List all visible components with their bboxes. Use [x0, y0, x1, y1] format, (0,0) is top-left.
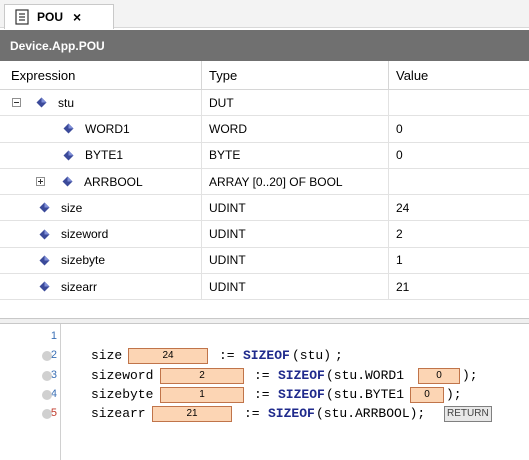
variable-diamond-icon — [36, 97, 47, 108]
column-header-value[interactable]: Value — [389, 61, 529, 89]
line-number: 1 — [50, 330, 57, 342]
expression-label: stu — [58, 95, 75, 110]
table-row[interactable]: ARRBOOL ARRAY [0..20] OF BOOL — [0, 168, 529, 196]
type-cell: WORD — [202, 116, 389, 142]
inline-value-box[interactable]: 0 — [418, 368, 460, 384]
column-header-type[interactable]: Type — [202, 61, 389, 89]
code-function: SIZEOF — [243, 348, 290, 363]
code-variable: sizeword — [91, 368, 154, 383]
variable-diamond-icon — [63, 123, 74, 134]
code-argument: (stu.ARRBOOL); — [316, 406, 426, 421]
code-editor[interactable]: 1 2 size 24 := SIZEOF (stu) ; 3 sizeword… — [0, 324, 529, 460]
value-cell[interactable]: 1 — [389, 248, 529, 273]
document-icon — [15, 9, 29, 25]
table-row[interactable]: stu DUT — [0, 90, 529, 117]
code-line[interactable]: 4 sizebyte 1 := SIZEOF (stu.BYTE1 0 ); — [0, 386, 529, 404]
inline-value-box[interactable]: 21 — [152, 406, 232, 422]
breakpoint-dot-icon[interactable] — [42, 409, 52, 419]
code-assign: := — [254, 368, 270, 383]
tab-pou[interactable]: POU × — [4, 4, 114, 29]
inline-value-box[interactable]: 0 — [410, 387, 444, 403]
inline-value-box[interactable]: 24 — [128, 348, 208, 364]
close-icon[interactable]: × — [73, 10, 81, 24]
tab-strip: POU × — [0, 0, 529, 29]
code-variable: sizebyte — [91, 387, 154, 402]
value-cell[interactable] — [389, 90, 529, 115]
table-row[interactable]: size UDINT 24 — [0, 195, 529, 222]
breakpoint-dot-icon[interactable] — [42, 371, 52, 381]
code-end: ); — [462, 368, 478, 383]
inline-value-box[interactable]: 2 — [160, 368, 244, 384]
code-line[interactable]: 5 sizearr 21 := SIZEOF (stu.ARRBOOL); RE… — [0, 405, 529, 423]
collapse-minus-icon[interactable] — [12, 98, 21, 108]
table-row[interactable]: BYTE1 BYTE 0 — [0, 142, 529, 169]
variable-diamond-icon — [39, 229, 50, 240]
return-indicator[interactable]: RETURN — [444, 406, 492, 422]
pou-header: Device.App.POU — [0, 30, 529, 61]
expression-label: size — [61, 200, 83, 215]
column-header-expression[interactable]: Expression — [0, 61, 202, 89]
table-row[interactable]: WORD1 WORD 0 — [0, 116, 529, 143]
inline-value-box[interactable]: 1 — [160, 387, 244, 403]
code-assign: := — [219, 348, 235, 363]
breakpoint-dot-icon[interactable] — [42, 390, 52, 400]
value-cell[interactable]: 0 — [389, 143, 529, 168]
type-cell: UDINT — [202, 221, 389, 247]
expression-label: BYTE1 — [85, 148, 124, 163]
code-function: SIZEOF — [278, 368, 325, 383]
table-row[interactable]: sizeword UDINT 2 — [0, 221, 529, 248]
code-end: ; — [335, 348, 343, 363]
type-cell: UDINT — [202, 247, 389, 274]
type-cell: DUT — [202, 90, 389, 116]
variable-diamond-icon — [39, 255, 50, 266]
type-cell: BYTE — [202, 142, 389, 168]
code-argument: (stu.BYTE1 — [326, 387, 405, 402]
code-function: SIZEOF — [268, 406, 315, 421]
expand-plus-icon[interactable] — [36, 177, 45, 187]
expression-label: sizebyte — [61, 253, 106, 268]
watch-grid: Expression Type Value stu DUT WORD1 WORD… — [0, 61, 529, 301]
table-row[interactable]: sizebyte UDINT 1 — [0, 247, 529, 275]
variable-diamond-icon — [39, 202, 50, 213]
code-line[interactable]: 3 sizeword 2 := SIZEOF (stu.WORD1 0 ); — [0, 367, 529, 385]
code-line[interactable]: 2 size 24 := SIZEOF (stu) ; — [0, 347, 529, 365]
variable-diamond-icon — [63, 150, 74, 161]
expression-label: sizearr — [61, 279, 98, 294]
type-cell: ARRAY [0..20] OF BOOL — [202, 168, 389, 195]
code-function: SIZEOF — [278, 387, 325, 402]
type-cell: UDINT — [202, 274, 389, 300]
value-cell[interactable]: 2 — [389, 221, 529, 246]
value-cell[interactable]: 24 — [389, 195, 529, 220]
tab-label: POU — [37, 10, 64, 24]
value-cell[interactable]: 21 — [389, 274, 529, 299]
pou-title: Device.App.POU — [10, 38, 105, 53]
value-cell[interactable] — [389, 169, 529, 194]
variable-diamond-icon — [39, 281, 50, 292]
expression-label: sizeword — [61, 227, 109, 242]
code-assign: := — [244, 406, 260, 421]
value-cell[interactable]: 0 — [389, 116, 529, 141]
code-variable: size — [91, 348, 123, 363]
code-argument: (stu.WORD1 — [326, 368, 405, 383]
code-line[interactable]: 1 — [0, 328, 529, 346]
breakpoint-dot-icon[interactable] — [42, 351, 52, 361]
code-argument: (stu) — [292, 348, 332, 363]
variable-diamond-icon — [62, 176, 73, 187]
table-row[interactable]: sizearr UDINT 21 — [0, 274, 529, 301]
expression-label: ARRBOOL — [84, 174, 143, 189]
expression-label: WORD1 — [85, 121, 130, 136]
code-assign: := — [254, 387, 270, 402]
code-end: ); — [446, 387, 462, 402]
type-cell: UDINT — [202, 195, 389, 221]
code-variable: sizearr — [91, 406, 146, 421]
grid-header: Expression Type Value — [0, 61, 529, 90]
